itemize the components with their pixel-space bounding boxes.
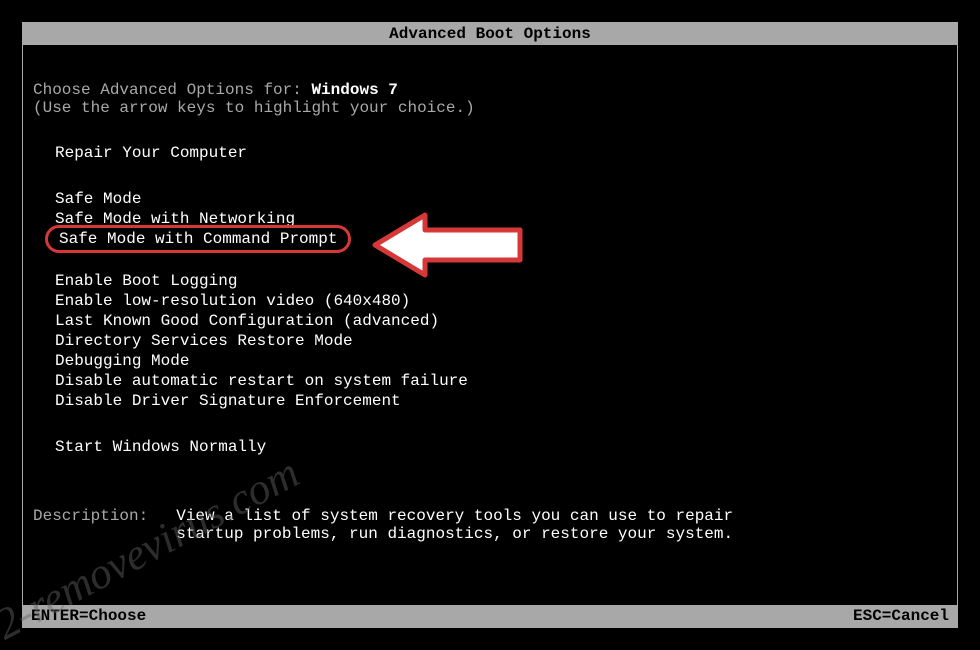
menu-item-safe-mode-cmd[interactable]: Safe Mode with Command Prompt (55, 229, 341, 249)
prompt-hint: (Use the arrow keys to highlight your ch… (33, 99, 947, 117)
menu-group-repair: Repair Your Computer (33, 143, 947, 163)
prompt-line: Choose Advanced Options for: Windows 7 (33, 81, 947, 99)
menu-group-normal: Start Windows Normally (33, 437, 947, 457)
menu-item-disable-driver-sig[interactable]: Disable Driver Signature Enforcement (55, 391, 947, 411)
title-bar: Advanced Boot Options (23, 23, 957, 45)
os-name: Windows 7 (311, 81, 397, 99)
footer-bar: ENTER=Choose ESC=Cancel (23, 605, 957, 627)
menu-item-last-known-good[interactable]: Last Known Good Configuration (advanced) (55, 311, 947, 331)
menu-item-disable-auto-restart[interactable]: Disable automatic restart on system fail… (55, 371, 947, 391)
menu-item-safe-mode[interactable]: Safe Mode (55, 189, 947, 209)
menu-item-boot-logging[interactable]: Enable Boot Logging (55, 271, 947, 291)
content-area: Choose Advanced Options for: Windows 7 (… (23, 45, 957, 543)
description-text-line1: View a list of system recovery tools you… (176, 507, 733, 525)
footer-esc-hint: ESC=Cancel (853, 607, 949, 625)
menu-item-debugging[interactable]: Debugging Mode (55, 351, 947, 371)
menu-item-ds-restore[interactable]: Directory Services Restore Mode (55, 331, 947, 351)
menu-item-low-res[interactable]: Enable low-resolution video (640x480) (55, 291, 947, 311)
footer-enter-hint: ENTER=Choose (31, 607, 146, 625)
description-text-wrap: View a list of system recovery tools you… (176, 507, 733, 543)
menu-item-safe-mode-networking[interactable]: Safe Mode with Networking (55, 209, 947, 229)
menu-item-selected-wrap: Safe Mode with Command Prompt (55, 229, 341, 249)
menu-item-start-normally[interactable]: Start Windows Normally (55, 437, 947, 457)
menu-group-other: Enable Boot Logging Enable low-resolutio… (33, 271, 947, 411)
menu-group-safe: Safe Mode Safe Mode with Networking Safe… (33, 189, 947, 249)
prompt-prefix: Choose Advanced Options for: (33, 81, 311, 99)
description-block: Description: View a list of system recov… (33, 507, 947, 543)
menu-item-repair-computer[interactable]: Repair Your Computer (55, 143, 947, 163)
window-frame: Advanced Boot Options Choose Advanced Op… (22, 22, 958, 628)
description-label: Description: (33, 507, 176, 525)
description-text-line2: startup problems, run diagnostics, or re… (176, 525, 733, 543)
